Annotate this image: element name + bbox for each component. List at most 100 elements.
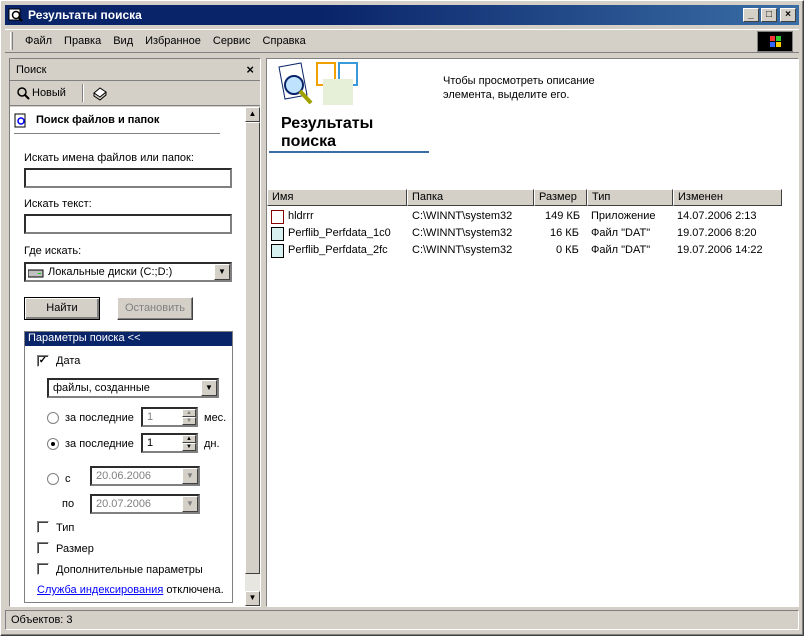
to-date-value: 20.07.2006	[96, 498, 152, 510]
last-months-radio[interactable]	[47, 412, 59, 424]
row-folder: C:\WINNT\system32	[412, 244, 513, 256]
menu-file[interactable]: Файл	[19, 35, 58, 47]
row-name: Perflib_Perfdata_1c0	[288, 227, 391, 239]
close-button[interactable]: ×	[780, 8, 796, 22]
months-spin[interactable]: ▲ ▼	[182, 409, 196, 425]
windows-logo-icon	[757, 31, 793, 52]
row-modified: 14.07.2006 2:13	[677, 210, 757, 222]
toolbar-separator	[82, 84, 84, 102]
text-input[interactable]	[24, 214, 232, 234]
row-folder: C:\WINNT\system32	[412, 210, 513, 222]
menu-bar: Файл Правка Вид Избранное Сервис Справка	[5, 29, 799, 53]
chevron-down-icon[interactable]: ▼	[214, 264, 230, 280]
search-toolbar: Новый	[10, 82, 260, 106]
scroll-up-icon[interactable]: ▲	[245, 107, 260, 122]
menu-favorites[interactable]: Избранное	[139, 35, 207, 47]
find-button[interactable]: Найти	[24, 297, 100, 320]
location-select[interactable]: Локальные диски (C:;D:) ▼	[24, 262, 232, 282]
column-name[interactable]: Имя	[267, 189, 407, 206]
maximize-button[interactable]: □	[761, 8, 777, 22]
menu-edit[interactable]: Правка	[58, 35, 107, 47]
scroll-thumb[interactable]	[245, 122, 260, 574]
name-label: Искать имена файлов или папок:	[24, 152, 194, 164]
from-date-picker[interactable]: 20.06.2006 ▼	[90, 466, 200, 486]
search-app-icon	[8, 7, 24, 23]
column-type[interactable]: Тип	[587, 189, 673, 206]
row-modified: 19.07.2006 8:20	[677, 227, 757, 239]
indexing-link[interactable]: Служба индексирования	[37, 584, 163, 596]
row-size: 16 КБ	[550, 227, 579, 239]
where-label: Где искать:	[24, 245, 82, 257]
to-label: по	[62, 498, 75, 510]
find-files-icon	[14, 113, 28, 132]
type-label: Тип	[56, 522, 75, 534]
text-label: Искать текст:	[24, 198, 92, 210]
days-value: 1	[147, 437, 154, 449]
months-value: 1	[147, 411, 154, 423]
date-label: Дата	[56, 355, 81, 367]
results-pane: Результаты поиска Чтобы просмотреть опис…	[266, 58, 799, 607]
menu-tools[interactable]: Сервис	[207, 35, 257, 47]
new-search-icon	[16, 86, 30, 103]
row-name: hldrrr	[288, 210, 314, 222]
close-icon[interactable]: ×	[246, 62, 254, 77]
minimize-button[interactable]: _	[743, 8, 759, 22]
results-hint: Чтобы просмотреть описание элемента, выд…	[443, 75, 595, 101]
menu-view[interactable]: Вид	[107, 35, 139, 47]
location-value: Локальные диски (C:;D:)	[48, 266, 173, 278]
row-type: Файл "DAT"	[591, 244, 651, 256]
column-folder[interactable]: Папка	[407, 189, 534, 206]
type-checkbox[interactable]	[37, 521, 49, 533]
search-heading: Поиск файлов и папок	[36, 114, 160, 126]
months-stepper[interactable]: 1 ▲ ▼	[141, 407, 198, 427]
days-stepper[interactable]: 1 ▲ ▼	[141, 433, 198, 453]
row-name: Perflib_Perfdata_2fc	[288, 244, 388, 256]
row-type: Приложение	[591, 210, 656, 222]
indexing-status: Служба индексирования отключена.	[37, 584, 224, 596]
size-label: Размер	[56, 543, 94, 555]
application-icon	[271, 210, 284, 224]
search-pane-scrollbar[interactable]: ▲ ▼	[245, 107, 260, 606]
window-title: Результаты поиска	[28, 8, 142, 22]
stop-button[interactable]: Остановить	[117, 297, 193, 320]
drive-icon	[27, 267, 44, 280]
row-type: Файл "DAT"	[591, 227, 651, 239]
dat-file-icon	[271, 244, 284, 258]
last-days-radio[interactable]	[47, 438, 59, 450]
column-modified[interactable]: Изменен	[673, 189, 782, 206]
date-mode-value: файлы, созданные	[53, 382, 150, 394]
search-form: Поиск файлов и папок Искать имена файлов…	[10, 107, 246, 606]
scroll-down-icon[interactable]: ▼	[245, 591, 260, 606]
title-underline	[269, 151, 429, 153]
filename-input[interactable]	[24, 168, 232, 188]
column-size[interactable]: Размер	[534, 189, 587, 206]
advanced-label: Дополнительные параметры	[56, 564, 203, 576]
days-spin[interactable]: ▲ ▼	[182, 435, 196, 451]
months-unit: мес.	[204, 412, 227, 424]
size-checkbox[interactable]	[37, 542, 49, 554]
menu-grip	[10, 32, 13, 50]
search-options-header[interactable]: Параметры поиска <<	[25, 332, 232, 346]
date-range-radio[interactable]	[47, 473, 59, 485]
chevron-down-icon[interactable]: ▼	[182, 496, 198, 512]
table-row[interactable]: hldrrr C:\WINNT\system32 149 КБ Приложен…	[269, 208, 782, 225]
new-search-button[interactable]: Новый	[32, 87, 66, 99]
search-help-icon[interactable]	[92, 85, 108, 104]
menu-help[interactable]: Справка	[257, 35, 312, 47]
heading-divider	[14, 133, 220, 135]
table-row[interactable]: Perflib_Perfdata_1c0 C:\WINNT\system32 1…	[269, 225, 782, 242]
title-bar: Результаты поиска _ □ ×	[5, 5, 799, 25]
search-results-banner-icon	[267, 59, 387, 115]
days-unit: дн.	[204, 438, 220, 450]
chevron-down-icon[interactable]: ▼	[201, 380, 217, 396]
from-label: с	[65, 473, 71, 485]
row-folder: C:\WINNT\system32	[412, 227, 513, 239]
to-date-picker[interactable]: 20.07.2006 ▼	[90, 494, 200, 514]
search-pane-header: Поиск ×	[10, 59, 260, 81]
chevron-down-icon[interactable]: ▼	[182, 468, 198, 484]
search-window: Результаты поиска _ □ × Файл Правка Вид …	[0, 0, 804, 636]
date-mode-select[interactable]: файлы, созданные ▼	[47, 378, 219, 398]
table-row[interactable]: Perflib_Perfdata_2fc C:\WINNT\system32 0…	[269, 242, 782, 259]
advanced-checkbox[interactable]	[37, 563, 49, 575]
date-checkbox[interactable]: ✓	[37, 355, 49, 367]
